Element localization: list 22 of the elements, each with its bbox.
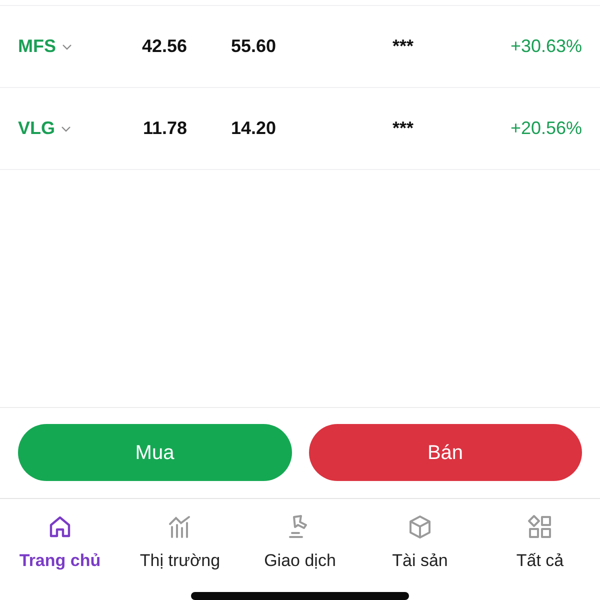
masked-value: *** [391,117,414,140]
nav-tab[interactable]: Trang chủ [0,514,120,572]
price-value: 55.60 [230,35,276,58]
ticker-symbol[interactable]: VLG [18,115,56,142]
price-value: 14.20 [230,117,276,140]
grid-icon [527,514,553,540]
ticker-symbol[interactable]: MFS [18,33,56,60]
nav-tab[interactable]: Giao dịch [240,514,360,572]
masked-value: *** [391,35,414,58]
bar-chart-icon [167,514,193,540]
nav-tab[interactable]: Tài sản [360,514,480,572]
price-value: 42.56 [140,35,187,58]
nav-tab[interactable]: Thị trường [120,514,240,572]
nav-tab[interactable]: Tất cả [480,514,600,572]
caret-icon[interactable] [61,126,72,132]
caret-icon[interactable] [62,44,72,50]
percent-change: +30.63% [509,35,582,58]
price-value: 11.78 [142,117,187,140]
home-icon [47,514,73,540]
cube-icon [407,514,433,540]
percent-change: +20.56% [509,117,582,140]
sell-button[interactable]: Bán [308,424,582,481]
